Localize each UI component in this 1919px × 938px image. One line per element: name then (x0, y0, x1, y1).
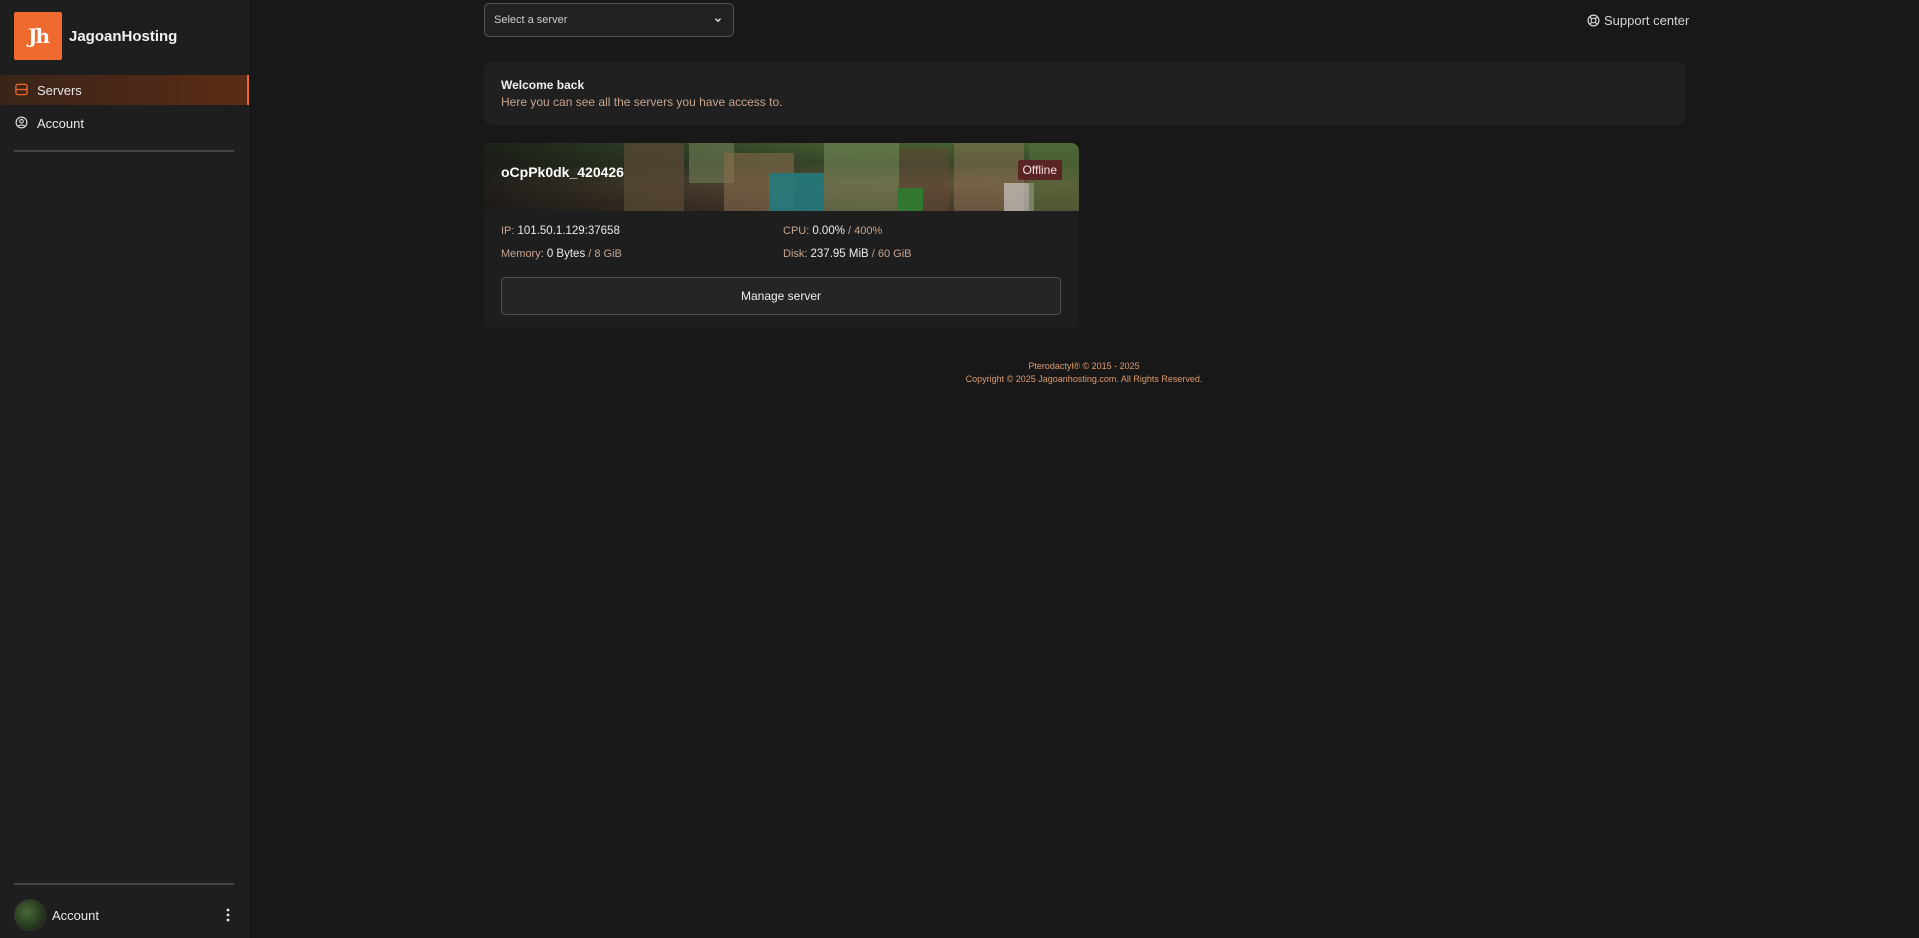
user-circle-icon (15, 116, 29, 130)
ip-value: 101.50.1.129:37658 (517, 225, 620, 237)
memory-limit: / 8 GiB (588, 248, 622, 260)
sidebar-item-account[interactable]: Account (0, 108, 249, 138)
cpu-label: CPU: (783, 225, 810, 237)
sidebar-item-servers[interactable]: Servers (0, 75, 249, 105)
user-bar[interactable]: Account (14, 899, 234, 931)
sidebar-item-label: Account (37, 115, 84, 131)
support-center-link[interactable]: Support center (1587, 13, 1689, 28)
sidebar-nav: Servers Account (0, 75, 249, 141)
disk-stat: Disk: 237.95 MiB / 60 GiB (783, 248, 912, 260)
more-options-icon[interactable] (222, 905, 234, 925)
cpu-value: 0.00% (812, 225, 845, 237)
server-name: oCpPk0dk_420426 (501, 164, 624, 180)
server-stats: IP: 101.50.1.129:37658 CPU: 0.00% / 400%… (484, 211, 1079, 261)
welcome-subtitle: Here you can see all the servers you hav… (501, 95, 783, 109)
server-icon (15, 83, 29, 97)
footer-copyright: Copyright © 2025 Jagoanhosting.com. All … (965, 374, 1203, 384)
manage-server-button[interactable]: Manage server (501, 277, 1061, 315)
welcome-title: Welcome back (501, 78, 585, 92)
disk-label: Disk: (783, 248, 808, 260)
memory-label: Memory: (501, 248, 544, 260)
brand[interactable]: Jh JagoanHosting (14, 12, 177, 60)
brand-logo: Jh (14, 12, 62, 60)
chevron-down-icon (713, 15, 723, 28)
cpu-stat: CPU: 0.00% / 400% (783, 225, 882, 237)
footer-line-1: Pterodactyl® © 2015 - 2025 (1028, 361, 1140, 371)
brand-name: JagoanHosting (69, 27, 178, 45)
server-select[interactable]: Select a server (484, 3, 734, 37)
server-banner-image: oCpPk0dk_420426 Offline (484, 143, 1079, 211)
server-card[interactable]: oCpPk0dk_420426 Offline IP: 101.50.1.129… (484, 143, 1079, 329)
cpu-limit: / 400% (848, 225, 883, 237)
user-label: Account (52, 907, 99, 923)
disk-value: 237.95 MiB (810, 248, 869, 260)
footer: Pterodactyl® © 2015 - 2025 Copyright © 2… (884, 360, 1284, 386)
sidebar-divider (14, 883, 234, 885)
memory-value: 0 Bytes (546, 248, 586, 260)
sidebar-divider (14, 150, 234, 152)
ip-stat: IP: 101.50.1.129:37658 (501, 225, 620, 237)
avatar (14, 899, 46, 931)
disk-limit: / 60 GiB (871, 248, 912, 260)
sidebar: Jh JagoanHosting Servers Account Account (0, 0, 249, 938)
status-badge: Offline (1017, 160, 1062, 180)
welcome-panel: Welcome back Here you can see all the se… (484, 62, 1685, 125)
memory-stat: Memory: 0 Bytes / 8 GiB (501, 248, 622, 260)
support-center-label: Support center (1604, 13, 1690, 28)
lifebuoy-icon (1587, 14, 1600, 27)
server-select-placeholder: Select a server (494, 14, 568, 26)
sidebar-item-label: Servers (37, 82, 82, 98)
ip-label: IP: (501, 225, 515, 237)
